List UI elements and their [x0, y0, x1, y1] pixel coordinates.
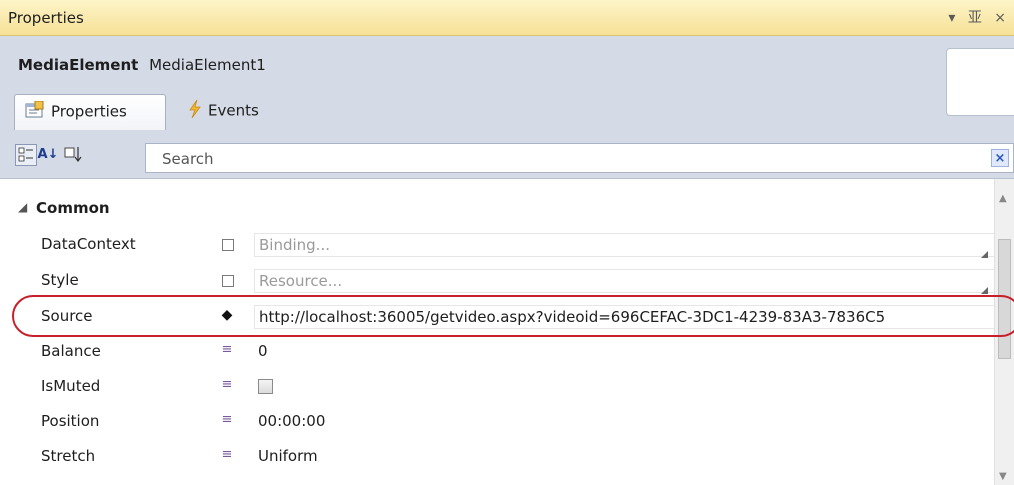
- panel-title: Properties: [8, 9, 84, 27]
- property-name: Style: [41, 271, 79, 289]
- element-name[interactable]: MediaElement1: [149, 56, 266, 74]
- default-value-icon[interactable]: ≡: [220, 413, 234, 427]
- scroll-down-icon[interactable]: ▼: [999, 471, 1007, 482]
- property-row-source[interactable]: Source ◆ http://localhost:36005/getvideo…: [30, 299, 994, 333]
- property-name: Stretch: [41, 447, 96, 465]
- property-value[interactable]: 00:00:00: [254, 410, 994, 434]
- resize-grip-icon: [981, 251, 988, 258]
- scroll-up-icon[interactable]: ▲: [999, 193, 1007, 204]
- categorized-view-icon[interactable]: [15, 144, 37, 166]
- dropdown-icon[interactable]: ▾: [948, 10, 955, 26]
- expand-triangle-icon[interactable]: ◢: [18, 200, 27, 214]
- tab-properties-label: Properties: [51, 102, 127, 121]
- tab-properties[interactable]: Properties: [14, 94, 166, 130]
- property-name: IsMuted: [41, 377, 101, 395]
- property-value[interactable]: Resource...: [254, 269, 994, 293]
- property-value[interactable]: Binding...: [254, 233, 994, 257]
- scroll-thumb[interactable]: [998, 239, 1011, 359]
- element-type: MediaElement: [18, 56, 139, 74]
- search-placeholder: Search: [162, 150, 214, 168]
- alphabetical-sort-icon[interactable]: A↓: [37, 144, 59, 166]
- default-value-icon[interactable]: ≡: [220, 343, 234, 357]
- property-value[interactable]: Uniform: [254, 445, 994, 469]
- properties-icon: [25, 100, 45, 123]
- property-row-position[interactable]: Position ≡ 00:00:00: [30, 404, 994, 438]
- property-value[interactable]: 0: [254, 340, 994, 364]
- vertical-scrollbar[interactable]: ▲ ▼: [994, 179, 1014, 485]
- clear-search-icon[interactable]: ×: [991, 149, 1009, 167]
- property-value[interactable]: [254, 375, 994, 399]
- titlebar-icons: ▾ 亚 ×: [948, 7, 1014, 27]
- search-field[interactable]: Search ×: [145, 143, 1014, 173]
- category-label: Common: [36, 199, 110, 217]
- default-value-icon[interactable]: ≡: [220, 378, 234, 392]
- panel-titlebar[interactable]: Properties ▾ 亚 ×: [0, 0, 1014, 36]
- close-icon[interactable]: ×: [994, 10, 1006, 26]
- property-row-datacontext[interactable]: DataContext Binding...: [30, 227, 994, 261]
- pin-icon[interactable]: 亚: [968, 7, 982, 27]
- property-name: DataContext: [41, 235, 136, 253]
- category-common[interactable]: ◢ Common: [0, 193, 994, 223]
- panel-header: MediaElement MediaElement1 Properties Ev: [0, 36, 1014, 178]
- tab-events-label: Events: [208, 101, 259, 120]
- property-name: Source: [41, 307, 93, 325]
- property-grid: ◢ Common DataContext Binding... Style Re…: [0, 178, 1014, 485]
- properties-panel: Properties ▾ 亚 × MediaElement MediaEleme…: [0, 0, 1014, 485]
- property-value[interactable]: http://localhost:36005/getvideo.aspx?vid…: [254, 305, 994, 329]
- element-preview: [946, 48, 1014, 116]
- lightning-icon: [188, 99, 202, 122]
- property-name: Position: [41, 412, 100, 430]
- resize-grip-icon: [981, 287, 988, 294]
- selected-element: MediaElement MediaElement1: [18, 56, 266, 74]
- property-row-style[interactable]: Style Resource...: [30, 263, 994, 297]
- advanced-options-icon[interactable]: [222, 275, 234, 287]
- tab-events[interactable]: Events: [178, 94, 278, 130]
- property-row-ismuted[interactable]: IsMuted ≡: [30, 369, 994, 403]
- source-order-icon[interactable]: [62, 144, 84, 166]
- property-row-stretch[interactable]: Stretch ≡ Uniform: [30, 439, 994, 473]
- local-value-diamond-icon[interactable]: ◆: [220, 308, 234, 322]
- property-row-balance[interactable]: Balance ≡ 0: [30, 334, 994, 368]
- property-name: Balance: [41, 342, 101, 360]
- property-toolbar: A↓ Search ×: [0, 136, 1014, 178]
- ismuted-checkbox[interactable]: [258, 379, 273, 394]
- default-value-icon[interactable]: ≡: [220, 448, 234, 462]
- advanced-options-icon[interactable]: [222, 239, 234, 251]
